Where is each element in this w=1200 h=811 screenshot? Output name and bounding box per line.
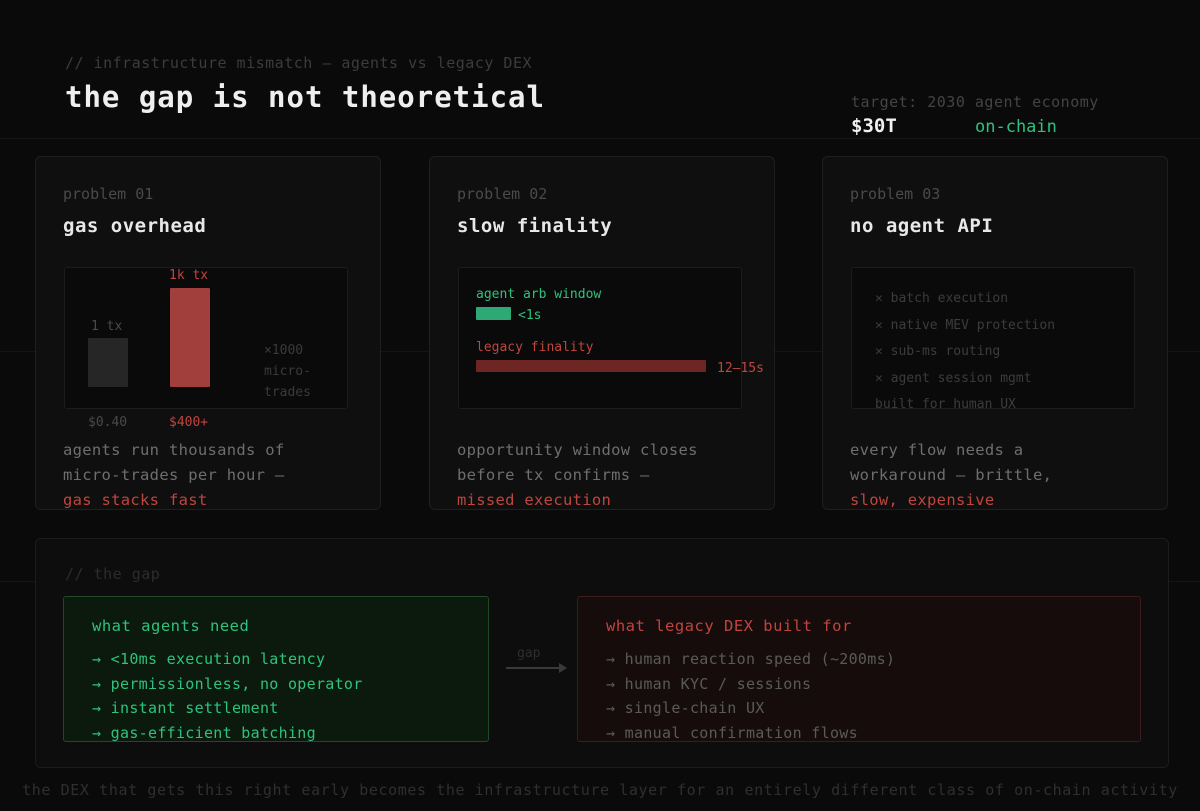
- list-item: → single-chain UX: [606, 699, 765, 717]
- page-title: the gap is not theoretical: [65, 80, 545, 114]
- legacy-dex-box: what legacy DEX built for → human reacti…: [577, 596, 1141, 742]
- legacy-finality-label: legacy finality: [476, 340, 594, 355]
- x-icon: ✕: [875, 317, 883, 333]
- list-item: → human KYC / sessions: [606, 674, 812, 693]
- list-item: → permissionless, no operator: [92, 674, 363, 693]
- problem-number: problem 03: [850, 185, 941, 203]
- multiplier-note: ×1000 micro- trades: [264, 343, 311, 400]
- arb-window-bar: [476, 307, 511, 320]
- target-value: $30T: [851, 115, 897, 137]
- problem-card-api: problem 03 no agent API ✕ batch executio…: [822, 156, 1168, 510]
- list-item: ✕ batch execution: [875, 291, 1009, 306]
- header-comment: // infrastructure mismatch — agents vs l…: [65, 54, 533, 72]
- agents-need-box: what agents need → <10ms execution laten…: [63, 596, 489, 742]
- gap-comment: // the gap: [65, 565, 161, 583]
- list-item: ✕ agent session mgmt: [875, 370, 1032, 386]
- legacy-dex-list: → human reaction speed (~200ms) → human …: [606, 647, 895, 745]
- list-item: → instant settlement: [92, 699, 279, 717]
- bar-label-1k: 1k tx: [169, 268, 209, 283]
- problem-title: gas overhead: [63, 215, 207, 237]
- bar-value-1k: $400+: [169, 415, 209, 430]
- problem-title: slow finality: [457, 215, 613, 237]
- arb-window-label: agent arb window: [476, 287, 602, 302]
- missing-features-list: ✕ batch execution ✕ native MEV protectio…: [875, 286, 1055, 419]
- problem-title: no agent API: [850, 215, 994, 237]
- bar-label-1tx: 1 tx: [91, 319, 123, 334]
- arb-window-value: <1s: [518, 308, 542, 323]
- problem-description: agents run thousands of micro-trades per…: [63, 441, 285, 509]
- arrow-right-icon: [506, 663, 567, 673]
- list-item: ✕ sub-ms routing: [875, 344, 1001, 359]
- legacy-finality-bar: [476, 360, 706, 372]
- target-suffix: on-chain: [975, 117, 1057, 137]
- problem-description: every flow needs a workaround — brittle,…: [850, 441, 1053, 509]
- legacy-dex-title: what legacy DEX built for: [606, 617, 852, 635]
- problem-description: opportunity window closes before tx conf…: [457, 441, 698, 509]
- agents-need-list: → <10ms execution latency → permissionle…: [92, 647, 363, 745]
- problem-card-finality: problem 02 slow finality agent arb windo…: [429, 156, 775, 510]
- list-item: → gas-efficient batching: [92, 723, 316, 742]
- gap-arrow-label: gap: [517, 646, 541, 661]
- bar-value-1tx: $0.40: [88, 415, 128, 430]
- list-item: ✕ native MEV protection: [875, 317, 1056, 333]
- list-item: → manual confirmation flows: [606, 723, 858, 742]
- legacy-finality-value: 12–15s: [717, 361, 764, 376]
- problem-number: problem 01: [63, 185, 154, 203]
- bar-1tx: [88, 338, 128, 387]
- list-item: → <10ms execution latency: [92, 650, 326, 668]
- footer-note: the DEX that gets this right early becom…: [22, 781, 1178, 799]
- x-icon: ✕: [875, 291, 883, 306]
- missing-footer: built for human UX: [875, 397, 1016, 412]
- target-label: target: 2030 agent economy: [851, 93, 1099, 111]
- agents-need-title: what agents need: [92, 617, 250, 635]
- x-icon: ✕: [875, 370, 883, 386]
- problem-number: problem 02: [457, 185, 548, 203]
- divider: [0, 138, 1200, 139]
- list-item: → human reaction speed (~200ms): [606, 650, 896, 668]
- problem-card-gas: problem 01 gas overhead 1 tx 1k tx ×1000…: [35, 156, 381, 510]
- bar-1k: [170, 288, 210, 387]
- x-icon: ✕: [875, 344, 883, 359]
